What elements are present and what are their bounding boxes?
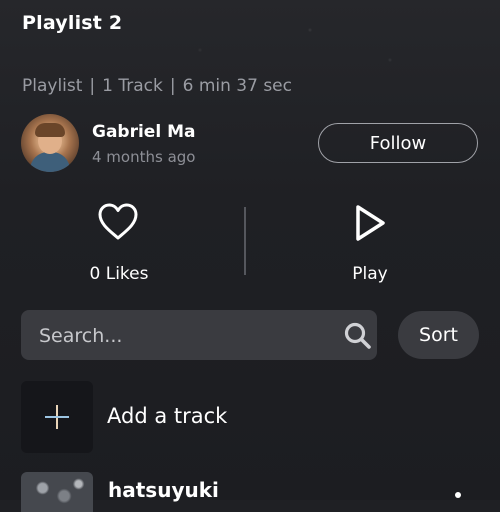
playlist-meta: Playlist | 1 Track | 6 min 37 sec <box>22 76 292 96</box>
add-track-label[interactable]: Add a track <box>107 404 227 428</box>
playlist-type: Playlist <box>22 76 83 96</box>
play-icon[interactable] <box>348 202 390 244</box>
search-input[interactable] <box>37 310 331 362</box>
more-options-icon[interactable] <box>455 492 461 498</box>
owner-name[interactable]: Gabriel Ma <box>92 122 195 142</box>
avatar-hair <box>35 123 65 137</box>
avatar-body <box>30 152 70 172</box>
playlist-duration: 6 min 37 sec <box>182 76 292 96</box>
track-title[interactable]: hatsuyuki <box>108 478 219 502</box>
heart-icon[interactable] <box>96 200 140 244</box>
meta-separator: | <box>89 76 96 96</box>
divider <box>244 207 246 275</box>
track-artwork[interactable] <box>21 472 93 512</box>
follow-button-label: Follow <box>369 132 427 154</box>
track-count: 1 Track <box>102 76 163 96</box>
page-title: Playlist 2 <box>22 12 123 34</box>
sort-button[interactable]: Sort <box>398 311 479 359</box>
follow-button[interactable]: Follow <box>318 123 478 163</box>
meta-separator: | <box>169 76 176 96</box>
search-bar[interactable] <box>21 310 377 362</box>
plus-icon <box>45 405 69 429</box>
likes-count: 0 Likes <box>89 264 149 284</box>
add-track-tile[interactable] <box>21 381 93 453</box>
avatar[interactable] <box>21 114 79 172</box>
sort-button-label: Sort <box>419 324 458 346</box>
posted-time: 4 months ago <box>92 148 196 166</box>
play-label[interactable]: Play <box>300 264 440 284</box>
search-icon[interactable] <box>343 321 373 351</box>
